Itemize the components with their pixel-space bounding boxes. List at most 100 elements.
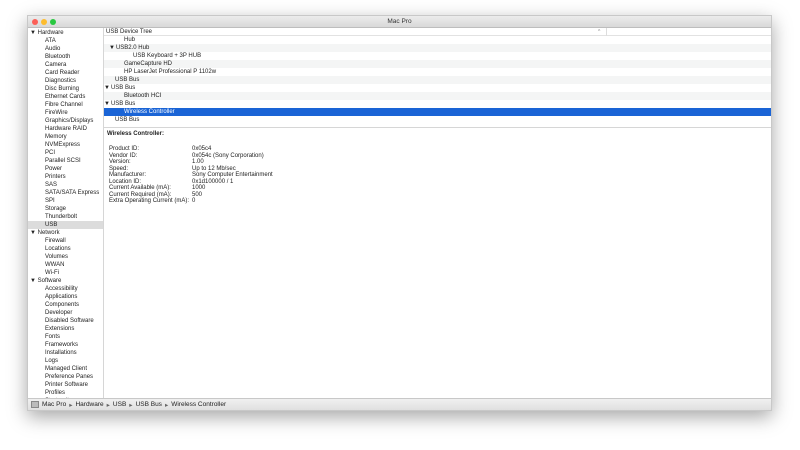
tree-row-label: USB Bus	[115, 77, 140, 83]
tree-row-label: USB Bus	[115, 117, 140, 123]
tree-row[interactable]: GameCapture HD	[104, 60, 771, 68]
sidebar-item[interactable]: SPI	[28, 197, 103, 205]
sidebar-item[interactable]: Hardware RAID	[28, 125, 103, 133]
sidebar-item[interactable]: Card Reader	[28, 69, 103, 77]
sidebar-item[interactable]: FireWire	[28, 109, 103, 117]
tree-row[interactable]: ▼USB2.0 Hub	[104, 44, 771, 52]
tree-row[interactable]: ▼USB Bus	[104, 100, 771, 108]
tree-row[interactable]: Wireless Controller	[104, 108, 771, 116]
sidebar-group[interactable]: ▼ Network	[28, 229, 103, 237]
sidebar-item[interactable]: Power	[28, 165, 103, 173]
sidebar-item[interactable]: Developer	[28, 309, 103, 317]
sidebar-item[interactable]: Accessibility	[28, 285, 103, 293]
field-value: 0	[192, 198, 196, 204]
tree-row[interactable]: ▼USB Bus	[104, 84, 771, 92]
sidebar-item[interactable]: Disabled Software	[28, 317, 103, 325]
sidebar-item[interactable]: Disc Burning	[28, 85, 103, 93]
main-pane: USB Device Tree ^ Hub ▼USB2.0 Hub USB Keyb…	[104, 28, 771, 399]
sidebar-item[interactable]: Volumes	[28, 253, 103, 261]
sidebar-item-label: USB	[45, 222, 58, 228]
sidebar-item[interactable]: SATA/SATA Express	[28, 189, 103, 197]
tree-row[interactable]: USB Bus	[104, 116, 771, 124]
sidebar-item[interactable]: Locations	[28, 245, 103, 253]
sidebar-item[interactable]: ATA	[28, 37, 103, 45]
breadcrumb-item[interactable]: Mac Pro	[42, 401, 66, 408]
sidebar-item[interactable]: PCI	[28, 149, 103, 157]
sidebar-item[interactable]: Logs	[28, 357, 103, 365]
sidebar-item-label: Network	[37, 230, 60, 236]
sidebar-item[interactable]: Storage	[28, 205, 103, 213]
sidebar-item-label: FireWire	[45, 110, 68, 116]
sidebar-item[interactable]: Applications	[28, 293, 103, 301]
sidebar-item[interactable]: Parallel SCSI	[28, 157, 103, 165]
sidebar-item[interactable]: WWAN	[28, 261, 103, 269]
minimize-button[interactable]	[41, 19, 47, 25]
breadcrumb-item[interactable]: Hardware	[75, 401, 103, 408]
sidebar-item-label: Diagnostics	[45, 78, 77, 84]
chevron-right-icon: ▸	[129, 401, 133, 409]
tree-row-label: USB2.0 Hub	[115, 45, 150, 51]
disclosure-triangle-icon[interactable]: ▼	[30, 230, 38, 236]
sidebar-group[interactable]: ▼ Software	[28, 277, 103, 285]
sidebar-group[interactable]: ▼ Hardware	[28, 29, 103, 37]
sidebar-item-label: SATA/SATA Express	[45, 190, 100, 196]
sidebar-item[interactable]: Ethernet Cards	[28, 93, 103, 101]
field-key: Extra Operating Current (mA):	[109, 198, 190, 204]
sidebar-item[interactable]: SAS	[28, 181, 103, 189]
disclosure-triangle-icon[interactable]: ▼	[109, 45, 115, 51]
sidebar-item[interactable]: Memory	[28, 133, 103, 141]
tree-header[interactable]: USB Device Tree ^	[104, 28, 771, 36]
tree-row[interactable]: USB Bus	[104, 76, 771, 84]
tree-row[interactable]: Bluetooth HCI	[104, 92, 771, 100]
sidebar-item[interactable]: Printers	[28, 173, 103, 181]
sidebar-item[interactable]: Camera	[28, 61, 103, 69]
disclosure-triangle-icon[interactable]: ▼	[104, 101, 110, 107]
disclosure-triangle-icon[interactable]: ▼	[30, 30, 38, 36]
detail-title: Wireless Controller:	[107, 131, 164, 137]
sidebar-item[interactable]: Wi-Fi	[28, 269, 103, 277]
sidebar-item[interactable]: USB	[28, 221, 103, 229]
column-divider[interactable]	[606, 28, 607, 36]
sidebar-item[interactable]: Extensions	[28, 325, 103, 333]
sidebar-item-label: SPI	[45, 198, 55, 204]
sidebar-item[interactable]: Audio	[28, 45, 103, 53]
tree-row[interactable]: USB Keyboard + 3P HUB	[104, 52, 771, 60]
sidebar-item-label: Hardware	[37, 30, 64, 36]
close-button[interactable]	[32, 19, 38, 25]
sidebar-item-label: Locations	[45, 246, 71, 252]
sidebar-item-label: Fibre Channel	[45, 102, 83, 108]
tree-row[interactable]: Hub	[104, 36, 771, 44]
zoom-button[interactable]	[50, 19, 56, 25]
sidebar-item[interactable]: Graphics/Displays	[28, 117, 103, 125]
breadcrumb-item[interactable]: Wireless Controller	[171, 401, 226, 408]
sidebar-item[interactable]: Diagnostics	[28, 77, 103, 85]
sidebar-item[interactable]: Thunderbolt	[28, 213, 103, 221]
sidebar-item-label: Parallel SCSI	[45, 158, 81, 164]
breadcrumb-item[interactable]: USB	[113, 401, 126, 408]
sidebar-item[interactable]: Installations	[28, 349, 103, 357]
sidebar-item-label: Card Reader	[45, 70, 80, 76]
computer-icon	[31, 401, 39, 408]
tree-row[interactable]: HP LaserJet Professional P 1102w	[104, 68, 771, 76]
sidebar-item[interactable]: Bluetooth	[28, 53, 103, 61]
sidebar-item[interactable]: Fonts	[28, 333, 103, 341]
sidebar-item-label: Applications	[45, 294, 78, 300]
sidebar-item-label: Bluetooth	[45, 54, 71, 60]
sidebar-item[interactable]: Components	[28, 301, 103, 309]
tree-row-label: USB Bus	[110, 85, 136, 91]
sidebar-item[interactable]: Fibre Channel	[28, 101, 103, 109]
sidebar-item[interactable]: Frameworks	[28, 341, 103, 349]
disclosure-triangle-icon[interactable]: ▼	[104, 85, 110, 91]
sidebar-item-label: Managed Client	[45, 366, 88, 372]
sidebar-item[interactable]: Profiles	[28, 389, 103, 397]
sidebar-item[interactable]: Managed Client	[28, 365, 103, 373]
sidebar-item-label: Logs	[45, 358, 59, 364]
sidebar-item[interactable]: Preference Panes	[28, 373, 103, 381]
sort-chevron-icon: ^	[598, 29, 601, 35]
sidebar-item[interactable]: Firewall	[28, 237, 103, 245]
breadcrumb-item[interactable]: USB Bus	[136, 401, 162, 408]
sidebar-item[interactable]: Printer Software	[28, 381, 103, 389]
disclosure-triangle-icon[interactable]: ▼	[30, 278, 38, 284]
sidebar-item-label: ATA	[45, 38, 56, 44]
sidebar-item[interactable]: NVMExpress	[28, 141, 103, 149]
